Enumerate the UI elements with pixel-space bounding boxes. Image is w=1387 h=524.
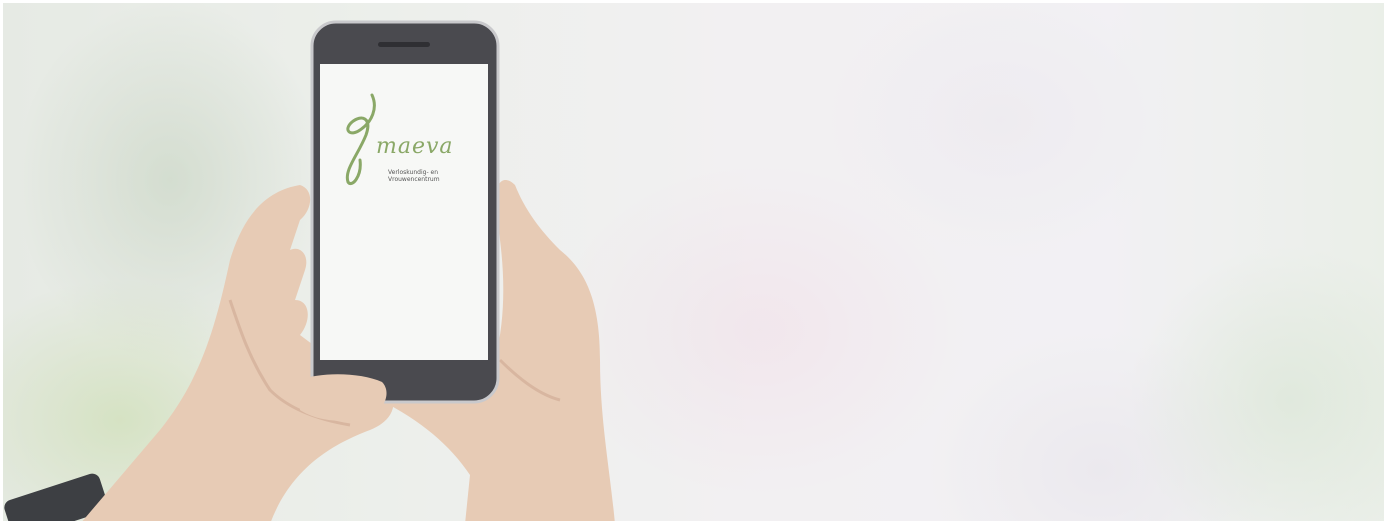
smartphone xyxy=(310,20,500,404)
phone-screen xyxy=(320,64,488,360)
tagline-line-2: Vrouwencentrum xyxy=(388,176,440,183)
hands-phone-illustration xyxy=(4,20,615,524)
brand-tagline: Verloskundig- en Vrouwencentrum xyxy=(388,169,440,183)
hero-image: maeva Verloskundig- en Vrouwencentrum xyxy=(0,0,1387,524)
tagline-line-1: Verloskundig- en xyxy=(388,169,439,176)
brand-wordmark: maeva xyxy=(376,134,454,159)
left-thumb xyxy=(300,374,387,421)
